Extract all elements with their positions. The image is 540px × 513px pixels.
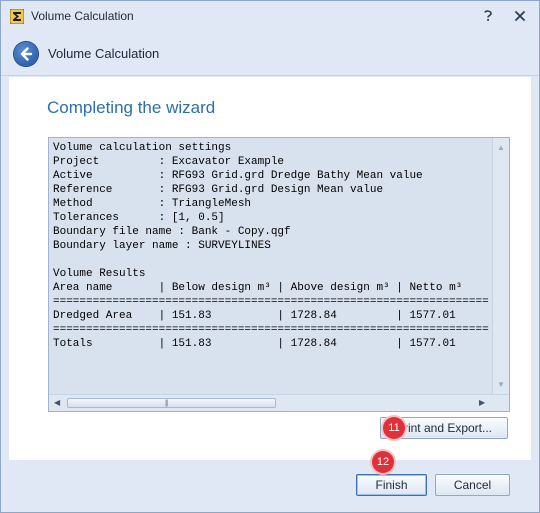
- page-title: Completing the wizard: [47, 98, 216, 117]
- scroll-down-icon[interactable]: ▼: [497, 380, 505, 389]
- vertical-scrollbar[interactable]: ▲ ▼: [492, 138, 509, 394]
- sigma-app-icon: [10, 9, 24, 24]
- results-textbox[interactable]: Volume calculation settings Project : Ex…: [48, 137, 510, 412]
- step-badge-12: 12: [372, 451, 394, 473]
- window-title: Volume Calculation: [31, 9, 134, 23]
- grip-icon: |||: [165, 400, 169, 407]
- volume-calculation-window: Volume Calculation Volume Calculation Co…: [0, 0, 540, 513]
- title-bar[interactable]: Volume Calculation: [1, 1, 539, 31]
- scroll-right-icon[interactable]: ▶: [479, 398, 485, 407]
- horizontal-scroll-thumb[interactable]: |||: [67, 398, 276, 408]
- wizard-header: Volume Calculation: [1, 31, 539, 76]
- wizard-footer: Finish Cancel 12: [1, 451, 539, 512]
- horizontal-scrollbar[interactable]: ◀ ||| ▶: [49, 394, 509, 411]
- wizard-content: Completing the wizard Volume calculation…: [9, 77, 531, 460]
- cancel-button[interactable]: Cancel: [435, 474, 510, 496]
- header-title: Volume Calculation: [48, 46, 160, 61]
- back-arrow-icon: [20, 47, 33, 61]
- scroll-up-icon[interactable]: ▲: [497, 143, 505, 152]
- results-text[interactable]: Volume calculation settings Project : Ex…: [53, 141, 490, 393]
- help-icon[interactable]: [479, 7, 497, 25]
- back-button[interactable]: [14, 42, 38, 66]
- scroll-left-icon[interactable]: ◀: [54, 398, 60, 407]
- close-icon[interactable]: [511, 7, 529, 25]
- finish-button[interactable]: Finish: [356, 474, 427, 496]
- step-badge-11: 11: [383, 417, 405, 439]
